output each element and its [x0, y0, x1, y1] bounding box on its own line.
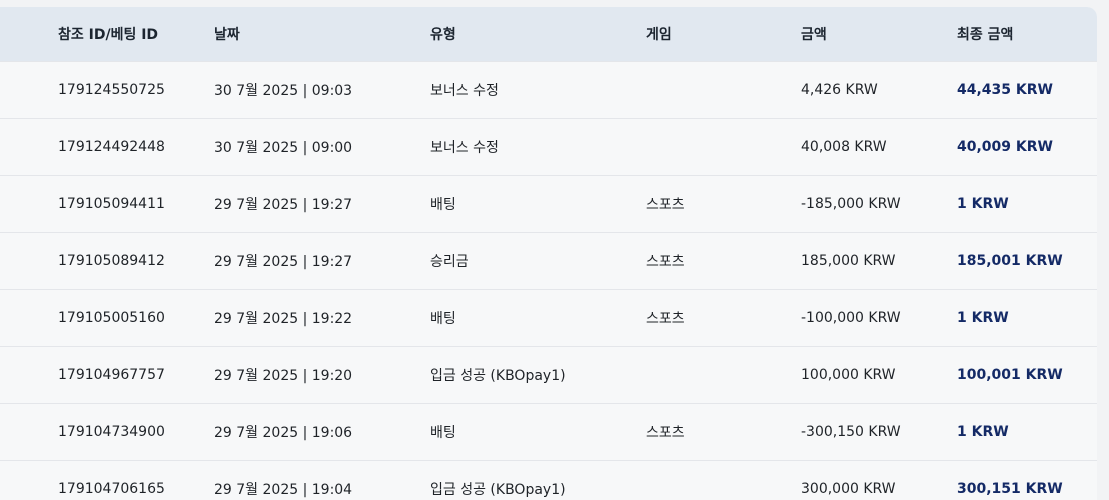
- column-header-date: 날짜: [214, 27, 240, 43]
- cell-ref-id: 179124492448: [58, 139, 165, 155]
- cell-final-amount: 1 KRW: [957, 424, 1009, 440]
- cell-ref-id: 179105005160: [58, 310, 165, 326]
- cell-date: 30 7월 2025 | 09:03: [214, 83, 353, 99]
- column-header-game: 게임: [646, 27, 672, 43]
- cell-date: 29 7월 2025 | 19:27: [214, 254, 353, 270]
- cell-final-amount: 1 KRW: [957, 196, 1009, 212]
- cell-amount: 185,000 KRW: [801, 253, 896, 269]
- cell-ref-id: 179104734900: [58, 424, 165, 440]
- cell-ref-id: 179105094411: [58, 196, 165, 212]
- table-row: 179105094411 29 7월 2025 | 19:27 배팅 스포츠 -…: [0, 175, 1097, 232]
- cell-ref-id: 179104967757: [58, 367, 165, 383]
- cell-game: 스포츠: [646, 311, 685, 327]
- cell-amount: -300,150 KRW: [801, 424, 901, 440]
- cell-final-amount: 300,151 KRW: [957, 481, 1063, 497]
- cell-amount: -185,000 KRW: [801, 196, 901, 212]
- cell-game: 스포츠: [646, 254, 685, 270]
- column-header-amount: 금액: [801, 27, 827, 43]
- cell-type: 배팅: [430, 197, 456, 213]
- cell-final-amount: 40,009 KRW: [957, 139, 1053, 155]
- transaction-table: 참조 ID/베팅 ID 날짜 유형 게임 금액 최종 금액 1791245507…: [0, 7, 1097, 500]
- cell-type: 배팅: [430, 425, 456, 441]
- cell-date: 30 7월 2025 | 09:00: [214, 140, 353, 156]
- cell-type: 보너스 수정: [430, 83, 499, 99]
- cell-date: 29 7월 2025 | 19:20: [214, 368, 353, 384]
- cell-date: 29 7월 2025 | 19:04: [214, 482, 353, 498]
- cell-date: 29 7월 2025 | 19:27: [214, 197, 353, 213]
- table-row: 179104706165 29 7월 2025 | 19:04 입금 성공 (K…: [0, 460, 1097, 500]
- cell-final-amount: 44,435 KRW: [957, 82, 1053, 98]
- cell-ref-id: 179124550725: [58, 82, 165, 98]
- column-header-ref-id: 참조 ID/베팅 ID: [58, 27, 159, 43]
- cell-type: 배팅: [430, 311, 456, 327]
- cell-amount: -100,000 KRW: [801, 310, 901, 326]
- cell-final-amount: 185,001 KRW: [957, 253, 1063, 269]
- cell-final-amount: 100,001 KRW: [957, 367, 1063, 383]
- column-header-final-amount: 최종 금액: [957, 27, 1014, 43]
- cell-type: 입금 성공 (KBOpay1): [430, 368, 566, 384]
- cell-game: 스포츠: [646, 425, 685, 441]
- cell-amount: 100,000 KRW: [801, 367, 896, 383]
- table-row: 179104734900 29 7월 2025 | 19:06 배팅 스포츠 -…: [0, 403, 1097, 460]
- cell-type: 입금 성공 (KBOpay1): [430, 482, 566, 498]
- cell-amount: 300,000 KRW: [801, 481, 896, 497]
- cell-ref-id: 179105089412: [58, 253, 165, 269]
- table-row: 179105089412 29 7월 2025 | 19:27 승리금 스포츠 …: [0, 232, 1097, 289]
- column-header-type: 유형: [430, 27, 456, 43]
- cell-amount: 40,008 KRW: [801, 139, 887, 155]
- cell-ref-id: 179104706165: [58, 481, 165, 497]
- cell-game: 스포츠: [646, 197, 685, 213]
- cell-amount: 4,426 KRW: [801, 82, 878, 98]
- table-header: 참조 ID/베팅 ID 날짜 유형 게임 금액 최종 금액: [0, 7, 1097, 61]
- table-row: 179124492448 30 7월 2025 | 09:00 보너스 수정 4…: [0, 118, 1097, 175]
- table-row: 179105005160 29 7월 2025 | 19:22 배팅 스포츠 -…: [0, 289, 1097, 346]
- cell-type: 승리금: [430, 254, 469, 270]
- cell-final-amount: 1 KRW: [957, 310, 1009, 326]
- cell-date: 29 7월 2025 | 19:22: [214, 311, 353, 327]
- cell-type: 보너스 수정: [430, 140, 499, 156]
- table-row: 179104967757 29 7월 2025 | 19:20 입금 성공 (K…: [0, 346, 1097, 403]
- table-row: 179124550725 30 7월 2025 | 09:03 보너스 수정 4…: [0, 61, 1097, 118]
- cell-date: 29 7월 2025 | 19:06: [214, 425, 353, 441]
